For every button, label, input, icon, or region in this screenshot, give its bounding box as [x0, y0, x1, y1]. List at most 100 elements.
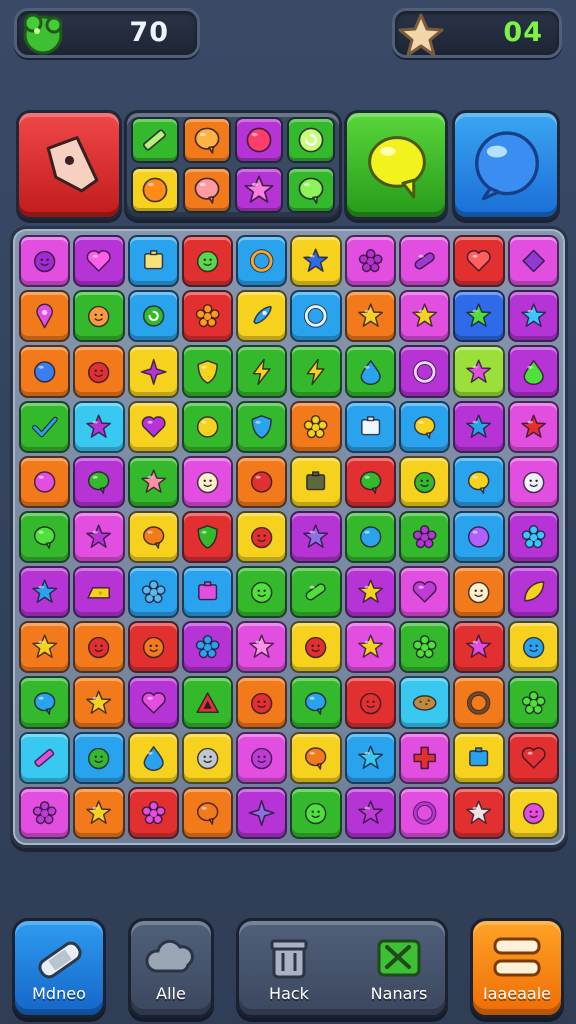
- tile-r9-c1[interactable]: [19, 676, 71, 729]
- tile-r2-c4[interactable]: [181, 290, 234, 343]
- tile-r6-c6[interactable]: [290, 510, 342, 564]
- tile-r5-c5[interactable]: [236, 455, 288, 508]
- tile-r9-c7[interactable]: [344, 676, 397, 729]
- tile-r5-c2[interactable]: [73, 455, 125, 508]
- tile-r6-c1[interactable]: [19, 510, 71, 564]
- tile-r8-c6[interactable]: [290, 621, 342, 674]
- tile-r10-c10[interactable]: [507, 731, 559, 784]
- tile-r3-c6[interactable]: [290, 345, 342, 398]
- tile-r2-c5[interactable]: [236, 290, 288, 343]
- tile-r6-c8[interactable]: [399, 510, 451, 564]
- tile-r6-c2[interactable]: [73, 510, 125, 564]
- tile-r8-c2[interactable]: [73, 621, 125, 674]
- booster-gem-6[interactable]: [183, 167, 231, 213]
- tile-r9-c6[interactable]: [290, 676, 342, 729]
- tile-r1-c9[interactable]: [453, 235, 505, 288]
- tile-r4-c9[interactable]: [453, 400, 505, 453]
- tile-r11-c9[interactable]: [453, 786, 505, 839]
- tile-r5-c4[interactable]: [181, 455, 234, 508]
- tile-r7-c5[interactable]: [236, 566, 288, 619]
- tile-r2-c6[interactable]: [290, 290, 342, 343]
- tile-r6-c10[interactable]: [507, 510, 559, 564]
- tile-r4-c5[interactable]: [236, 400, 288, 453]
- booster-gem-8[interactable]: [287, 167, 335, 213]
- tile-r7-c8[interactable]: [399, 566, 451, 619]
- menu-button[interactable]: Iaaeaale: [470, 918, 564, 1018]
- tile-r7-c2[interactable]: [73, 566, 125, 619]
- tile-r4-c4[interactable]: [181, 400, 234, 453]
- tile-r11-c3[interactable]: [127, 786, 179, 839]
- tile-r10-c1[interactable]: [19, 731, 71, 784]
- tile-r5-c7[interactable]: [344, 455, 397, 508]
- tile-r4-c6[interactable]: [290, 400, 342, 453]
- tile-r11-c10[interactable]: [507, 786, 559, 839]
- tile-r2-c9[interactable]: [453, 290, 505, 343]
- tile-r7-c9[interactable]: [453, 566, 505, 619]
- tile-r10-c8[interactable]: [399, 731, 451, 784]
- tile-r6-c3[interactable]: [127, 510, 179, 564]
- tile-r9-c8[interactable]: [399, 676, 451, 729]
- tile-r3-c1[interactable]: [19, 345, 71, 398]
- tile-r8-c7[interactable]: [344, 621, 397, 674]
- tile-r1-c10[interactable]: [507, 235, 559, 288]
- tile-r5-c1[interactable]: [19, 455, 71, 508]
- tile-r6-c4[interactable]: [181, 510, 234, 564]
- tile-r4-c1[interactable]: [19, 400, 71, 453]
- tile-r3-c2[interactable]: [73, 345, 125, 398]
- tile-r1-c7[interactable]: [344, 235, 397, 288]
- tile-r3-c10[interactable]: [507, 345, 559, 398]
- tile-r9-c3[interactable]: [127, 676, 179, 729]
- tile-r10-c2[interactable]: [73, 731, 125, 784]
- tile-r5-c3[interactable]: [127, 455, 179, 508]
- tile-r1-c6[interactable]: [290, 235, 342, 288]
- tile-r11-c1[interactable]: [19, 786, 71, 839]
- tile-r3-c9[interactable]: [453, 345, 505, 398]
- tile-r7-c10[interactable]: [507, 566, 559, 619]
- cloud-button[interactable]: Alle: [128, 918, 214, 1018]
- tile-r3-c3[interactable]: [127, 345, 179, 398]
- tile-r6-c5[interactable]: [236, 510, 288, 564]
- tile-r4-c7[interactable]: [344, 400, 397, 453]
- tile-r8-c8[interactable]: [399, 621, 451, 674]
- tile-r7-c4[interactable]: [181, 566, 234, 619]
- tile-r7-c7[interactable]: [344, 566, 397, 619]
- tile-r9-c4[interactable]: [181, 676, 234, 729]
- tile-r1-c1[interactable]: [19, 235, 71, 288]
- tile-r11-c4[interactable]: [181, 786, 234, 839]
- tile-r1-c5[interactable]: [236, 235, 288, 288]
- tile-r2-c10[interactable]: [507, 290, 559, 343]
- tile-r3-c5[interactable]: [236, 345, 288, 398]
- tile-r1-c8[interactable]: [399, 235, 451, 288]
- tile-r4-c3[interactable]: [127, 400, 179, 453]
- tile-r2-c1[interactable]: [19, 290, 71, 343]
- tile-r8-c9[interactable]: [453, 621, 505, 674]
- booster-gem-7[interactable]: [235, 167, 283, 213]
- booster-gem-4[interactable]: [287, 117, 335, 163]
- tile-r10-c7[interactable]: [344, 731, 397, 784]
- gem-cluster-booster[interactable]: [124, 110, 342, 220]
- booster-gem-2[interactable]: [183, 117, 231, 163]
- tile-r2-c7[interactable]: [344, 290, 397, 343]
- tile-r6-c9[interactable]: [453, 510, 505, 564]
- tile-r3-c4[interactable]: [181, 345, 234, 398]
- tile-r5-c9[interactable]: [453, 455, 505, 508]
- tile-r11-c5[interactable]: [236, 786, 288, 839]
- tile-r11-c7[interactable]: [344, 786, 397, 839]
- tile-r7-c3[interactable]: [127, 566, 179, 619]
- tile-r1-c2[interactable]: [73, 235, 125, 288]
- tile-r10-c5[interactable]: [236, 731, 288, 784]
- tile-r5-c6[interactable]: [290, 455, 342, 508]
- tile-r3-c7[interactable]: [344, 345, 397, 398]
- tile-r4-c10[interactable]: [507, 400, 559, 453]
- tile-r9-c10[interactable]: [507, 676, 559, 729]
- tile-r1-c3[interactable]: [127, 235, 179, 288]
- tile-r5-c8[interactable]: [399, 455, 451, 508]
- tile-r9-c2[interactable]: [73, 676, 125, 729]
- tile-r8-c3[interactable]: [127, 621, 179, 674]
- tile-r2-c8[interactable]: [399, 290, 451, 343]
- trash-button[interactable]: Hack: [239, 921, 339, 1015]
- blue-orb-booster[interactable]: [452, 110, 560, 220]
- tile-r11-c6[interactable]: [290, 786, 342, 839]
- tile-r11-c8[interactable]: [399, 786, 451, 839]
- green-bubble-booster[interactable]: [344, 110, 448, 220]
